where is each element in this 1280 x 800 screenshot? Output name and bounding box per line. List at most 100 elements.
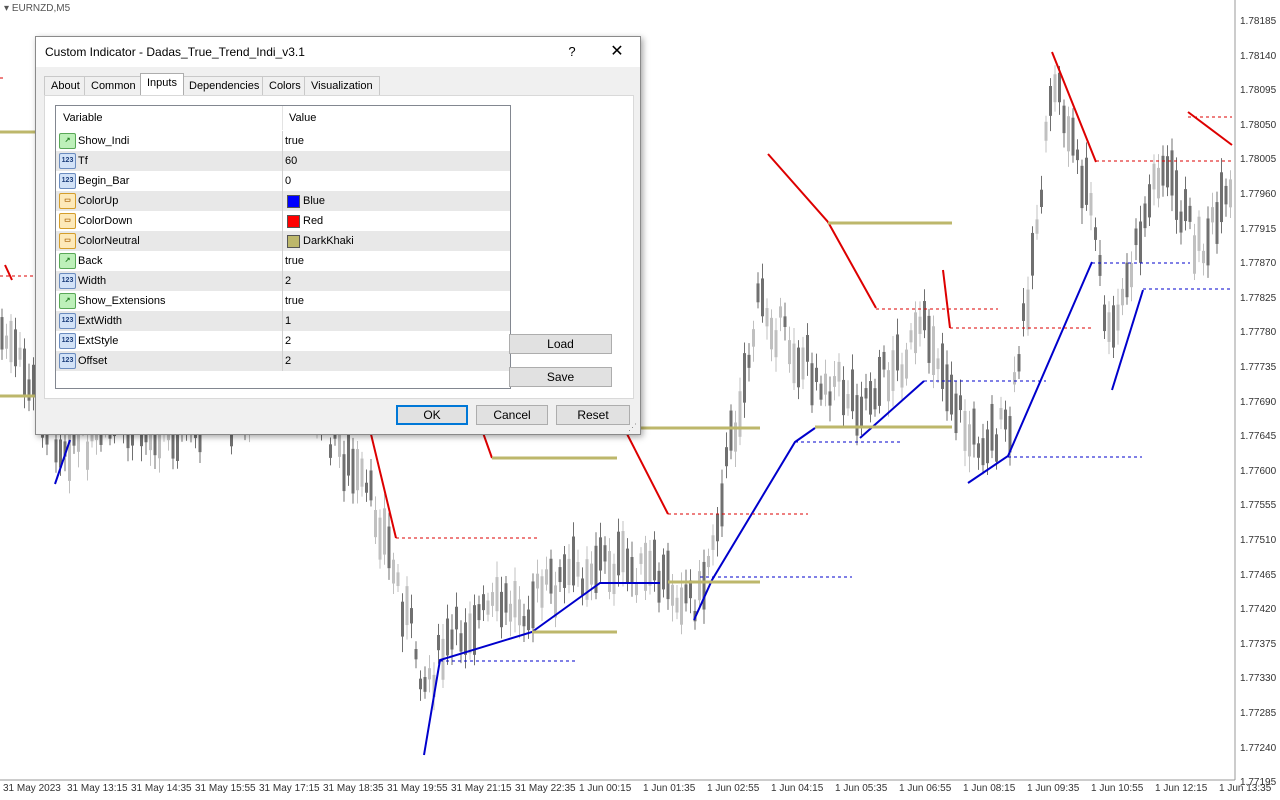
integer-type-icon: 123 <box>59 173 76 189</box>
candle-body <box>1044 121 1048 141</box>
integer-type-icon: 123 <box>59 273 76 289</box>
time-tick-label: 1 Jun 09:35 <box>1027 783 1080 794</box>
candle-body <box>603 545 607 562</box>
variable-value[interactable]: true <box>285 135 304 147</box>
tab-inputs[interactable]: Inputs <box>140 73 184 95</box>
price-tick-label: 1.77735 <box>1240 362 1277 373</box>
tab-colors[interactable]: Colors <box>262 76 308 95</box>
column-divider <box>282 171 283 191</box>
column-divider <box>282 331 283 351</box>
column-divider <box>282 211 283 231</box>
help-button[interactable]: ? <box>560 41 584 63</box>
input-row-width[interactable]: 123 Width 2 <box>56 271 510 291</box>
time-tick-label: 1 Jun 00:15 <box>579 783 632 794</box>
header-divider[interactable] <box>282 106 283 130</box>
input-row-back[interactable]: ↗ Back true <box>56 251 510 271</box>
candle-body <box>1134 228 1138 246</box>
candle-body <box>419 678 422 690</box>
variable-name: Tf <box>78 155 88 167</box>
price-tick-label: 1.78005 <box>1240 154 1277 166</box>
close-button[interactable]: ✕ <box>604 41 630 63</box>
candle-body <box>401 601 404 637</box>
candle-body <box>972 408 976 445</box>
input-row-colordown[interactable]: ▭ ColorDown Red <box>56 211 510 231</box>
inputs-grid[interactable]: Variable Value ↗ Show_Indi true 123 Tf 60 123 B… <box>55 105 511 389</box>
integer-type-icon: 123 <box>59 153 76 169</box>
candle-body <box>815 367 818 383</box>
variable-value[interactable]: 1 <box>285 315 291 327</box>
tab-about[interactable]: About <box>44 76 87 95</box>
variable-value[interactable]: Blue <box>303 195 325 207</box>
candle-body <box>1031 232 1034 276</box>
header-variable[interactable]: Variable <box>63 112 103 124</box>
input-row-tf[interactable]: 123 Tf 60 <box>56 151 510 171</box>
candle-body <box>1062 105 1066 134</box>
input-row-extwidth[interactable]: 123 ExtWidth 1 <box>56 311 510 331</box>
variable-value[interactable]: true <box>285 255 304 267</box>
candle-body <box>1116 304 1120 331</box>
price-tick-label: 1.77510 <box>1240 535 1277 546</box>
candle-body <box>459 633 463 652</box>
variable-name: Offset <box>78 355 108 367</box>
candle-body <box>846 394 850 409</box>
candle-body <box>468 613 472 654</box>
candle-body <box>450 629 454 650</box>
candle-body <box>1211 207 1214 223</box>
variable-value[interactable]: DarkKhaki <box>303 235 354 247</box>
resize-grip-icon[interactable]: ⋰ <box>628 422 637 433</box>
color-swatch <box>287 235 300 248</box>
candle-body <box>837 361 841 382</box>
candle-body <box>581 578 584 596</box>
input-row-extstyle[interactable]: 123 ExtStyle 2 <box>56 331 510 351</box>
ok-button[interactable]: OK <box>396 405 468 425</box>
candle-body <box>801 347 805 380</box>
candle-body <box>1076 149 1079 161</box>
save-button[interactable]: Save <box>509 367 612 387</box>
cancel-button[interactable]: Cancel <box>476 405 548 425</box>
candle-body <box>675 597 679 613</box>
load-button[interactable]: Load <box>509 334 612 354</box>
tab-dependencies[interactable]: Dependencies <box>182 76 267 95</box>
candle-body <box>1130 262 1133 288</box>
candle-body <box>351 448 355 494</box>
inputs-panel: Variable Value ↗ Show_Indi true 123 Tf 60 123 B… <box>44 95 634 399</box>
boolean-type-icon: ↗ <box>59 253 76 269</box>
input-row-show-extensions[interactable]: ↗ Show_Extensions true <box>56 291 510 311</box>
variable-value[interactable]: Red <box>303 215 323 227</box>
candle-body <box>855 395 859 436</box>
price-tick-label: 1.78140 <box>1240 50 1277 62</box>
reset-button[interactable]: Reset <box>556 405 630 425</box>
trend-line <box>693 427 816 621</box>
integer-type-icon: 123 <box>59 353 76 369</box>
variable-name: ColorUp <box>78 195 119 207</box>
candle-body <box>945 364 949 412</box>
tab-visualization[interactable]: Visualization <box>304 76 380 95</box>
dialog-titlebar[interactable]: Custom Indicator - Dadas_True_Trend_Indi… <box>36 37 640 67</box>
input-row-colorup[interactable]: ▭ ColorUp Blue <box>56 191 510 211</box>
candle-body <box>1089 193 1093 216</box>
time-tick-label: 31 May 15:55 <box>195 783 256 794</box>
price-tick-label: 1.77780 <box>1240 327 1277 339</box>
candle-body <box>770 317 773 350</box>
price-tick-label: 1.77645 <box>1240 431 1277 443</box>
variable-value[interactable]: 2 <box>285 275 291 287</box>
variable-value[interactable]: 0 <box>285 175 291 187</box>
price-tick-label: 1.77915 <box>1240 223 1277 235</box>
input-row-begin-bar[interactable]: 123 Begin_Bar 0 <box>56 171 510 191</box>
candle-body <box>914 312 917 354</box>
input-row-offset[interactable]: 123 Offset 2 <box>56 351 510 371</box>
input-row-show-indi[interactable]: ↗ Show_Indi true <box>56 131 510 151</box>
tab-common[interactable]: Common <box>84 76 143 95</box>
variable-value[interactable]: 2 <box>285 335 291 347</box>
input-row-colorneutral[interactable]: ▭ ColorNeutral DarkKhaki <box>56 231 510 251</box>
variable-value[interactable]: true <box>285 295 304 307</box>
candle-body <box>810 363 814 406</box>
candle-body <box>743 353 746 403</box>
candle-body <box>936 358 940 370</box>
column-divider <box>282 231 283 251</box>
header-value[interactable]: Value <box>289 112 316 124</box>
variable-value[interactable]: 2 <box>285 355 291 367</box>
variable-value[interactable]: 60 <box>285 155 297 167</box>
candle-body <box>1035 219 1039 234</box>
candle-body <box>437 634 440 651</box>
